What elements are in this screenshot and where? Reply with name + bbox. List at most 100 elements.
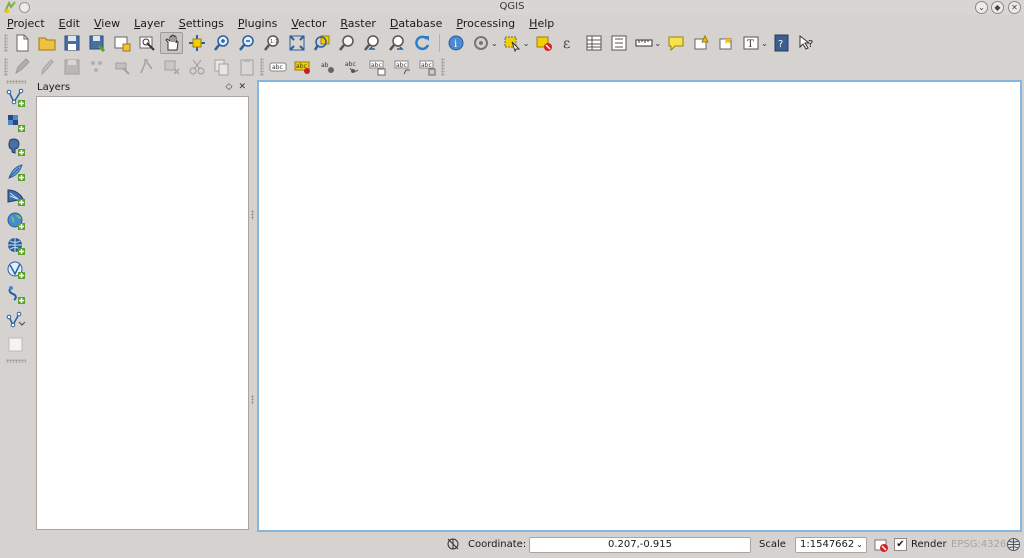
add-wfs-layer-icon[interactable] xyxy=(4,258,28,283)
chevron-down-icon[interactable]: ⌄ xyxy=(761,39,768,48)
splitter-handle[interactable] xyxy=(251,395,254,405)
open-project-icon[interactable] xyxy=(35,32,58,54)
current-edits-icon[interactable] xyxy=(10,56,33,78)
text-annotation-icon[interactable]: T xyxy=(739,32,762,54)
save-as-icon[interactable] xyxy=(85,32,108,54)
pin-labels-icon[interactable]: abc xyxy=(291,56,314,78)
deselect-icon[interactable] xyxy=(532,32,555,54)
attribute-table-icon[interactable] xyxy=(582,32,605,54)
composer-manager-icon[interactable] xyxy=(135,32,158,54)
label-tool-icon[interactable]: abc xyxy=(266,56,289,78)
new-bookmark-icon[interactable] xyxy=(689,32,712,54)
action-icon[interactable] xyxy=(469,32,492,54)
float-panel-icon[interactable]: ◇ xyxy=(226,82,233,92)
measure-icon[interactable] xyxy=(632,32,655,54)
add-wcs-layer-icon[interactable] xyxy=(4,234,28,259)
menu-database[interactable]: Database xyxy=(390,17,443,30)
render-checkbox[interactable]: ✔ xyxy=(894,538,907,551)
chevron-down-icon[interactable]: ⌄ xyxy=(654,39,661,48)
label-properties-icon[interactable]: abc xyxy=(416,56,439,78)
add-postgis-layer-icon[interactable] xyxy=(4,135,28,160)
menu-edit[interactable]: Edit xyxy=(59,17,80,30)
zoom-to-selection-icon[interactable] xyxy=(310,32,333,54)
menu-vector[interactable]: Vector xyxy=(291,17,326,30)
menu-raster[interactable]: Raster xyxy=(340,17,375,30)
zoom-native-icon[interactable]: 1:1 xyxy=(260,32,283,54)
coordinate-field[interactable]: 0.207,-0.915 xyxy=(529,537,751,553)
pan-icon[interactable] xyxy=(160,32,183,54)
toolbar-grip[interactable] xyxy=(6,80,26,84)
save-edits-icon[interactable] xyxy=(60,56,83,78)
zoom-to-layer-icon[interactable] xyxy=(335,32,358,54)
toolbar-grip[interactable] xyxy=(4,34,8,52)
menu-layer[interactable]: Layer xyxy=(134,17,165,30)
zoom-full-icon[interactable] xyxy=(285,32,308,54)
add-feature-icon[interactable] xyxy=(85,56,108,78)
toggle-editing-icon[interactable] xyxy=(35,56,58,78)
toolbar-grip[interactable] xyxy=(260,58,264,76)
stop-render-icon[interactable] xyxy=(873,537,889,553)
refresh-icon[interactable] xyxy=(410,32,433,54)
toolbar-grip[interactable] xyxy=(441,58,445,76)
maximize-icon[interactable]: ◆ xyxy=(991,1,1004,14)
paste-features-icon[interactable] xyxy=(235,56,258,78)
add-wms-layer-icon[interactable] xyxy=(4,209,28,234)
node-tool-icon[interactable] xyxy=(135,56,158,78)
copy-features-icon[interactable] xyxy=(210,56,233,78)
add-vector-layer-icon[interactable] xyxy=(4,86,28,111)
new-vector-layer-icon[interactable] xyxy=(4,307,28,332)
statistics-icon[interactable] xyxy=(607,32,630,54)
change-label-icon[interactable]: abc xyxy=(391,56,414,78)
toolbar-grip[interactable] xyxy=(4,58,8,76)
pan-to-selection-icon[interactable] xyxy=(185,32,208,54)
minimize-icon[interactable]: ⌄ xyxy=(975,1,988,14)
add-raster-layer-icon[interactable] xyxy=(4,111,28,136)
help-icon[interactable]: ? xyxy=(771,32,794,54)
rotate-label-icon[interactable]: abc xyxy=(366,56,389,78)
coordinate-toggle-icon[interactable] xyxy=(446,537,460,551)
menu-view[interactable]: View xyxy=(94,17,120,30)
close-panel-icon[interactable]: ✕ xyxy=(238,82,246,92)
toolbar-grip[interactable] xyxy=(6,358,26,363)
zoom-out-icon[interactable] xyxy=(235,32,258,54)
cut-features-icon[interactable] xyxy=(185,56,208,78)
add-mssql-layer-icon[interactable] xyxy=(4,184,28,209)
zoom-in-icon[interactable] xyxy=(210,32,233,54)
zoom-last-icon[interactable] xyxy=(360,32,383,54)
add-virtual-layer-icon[interactable] xyxy=(4,332,28,357)
coordinate-label: Coordinate: xyxy=(468,539,527,550)
scale-select[interactable]: 1:1547662 ⌄ xyxy=(795,537,867,553)
select-icon[interactable] xyxy=(501,32,524,54)
identify-icon[interactable]: i xyxy=(444,32,467,54)
menu-processing[interactable]: Processing xyxy=(456,17,515,30)
delete-selected-icon[interactable] xyxy=(160,56,183,78)
svg-text:abc: abc xyxy=(396,62,407,69)
crs-globe-icon[interactable] xyxy=(1006,537,1021,552)
add-delimited-text-layer-icon[interactable] xyxy=(4,283,28,308)
move-label-icon[interactable]: abc xyxy=(341,56,364,78)
whats-this-icon[interactable]: ? xyxy=(796,32,819,54)
close-icon[interactable]: ✕ xyxy=(1008,1,1021,14)
layers-tree[interactable] xyxy=(36,96,249,530)
map-canvas[interactable] xyxy=(257,80,1022,532)
menu-help[interactable]: Help xyxy=(529,17,554,30)
crs-label[interactable]: EPSG:4326 xyxy=(951,539,1006,550)
field-calculator-icon[interactable]: ε xyxy=(557,32,580,54)
zoom-next-icon[interactable] xyxy=(385,32,408,54)
svg-text:abc: abc xyxy=(371,62,382,69)
menu-plugins[interactable]: Plugins xyxy=(238,17,277,30)
splitter-handle[interactable] xyxy=(251,210,254,220)
menu-settings[interactable]: Settings xyxy=(179,17,224,30)
new-print-composer-icon[interactable] xyxy=(110,32,133,54)
menu-project[interactable]: Project xyxy=(7,17,45,30)
show-hide-labels-icon[interactable]: ab xyxy=(316,56,339,78)
map-tips-icon[interactable] xyxy=(664,32,687,54)
save-project-icon[interactable] xyxy=(60,32,83,54)
chevron-down-icon[interactable]: ⌄ xyxy=(523,39,530,48)
move-feature-icon[interactable] xyxy=(110,56,133,78)
new-project-icon[interactable] xyxy=(10,32,33,54)
layers-panel-title: Layers xyxy=(37,81,71,93)
show-bookmarks-icon[interactable] xyxy=(714,32,737,54)
chevron-down-icon[interactable]: ⌄ xyxy=(491,39,498,48)
add-spatialite-layer-icon[interactable] xyxy=(4,160,28,185)
